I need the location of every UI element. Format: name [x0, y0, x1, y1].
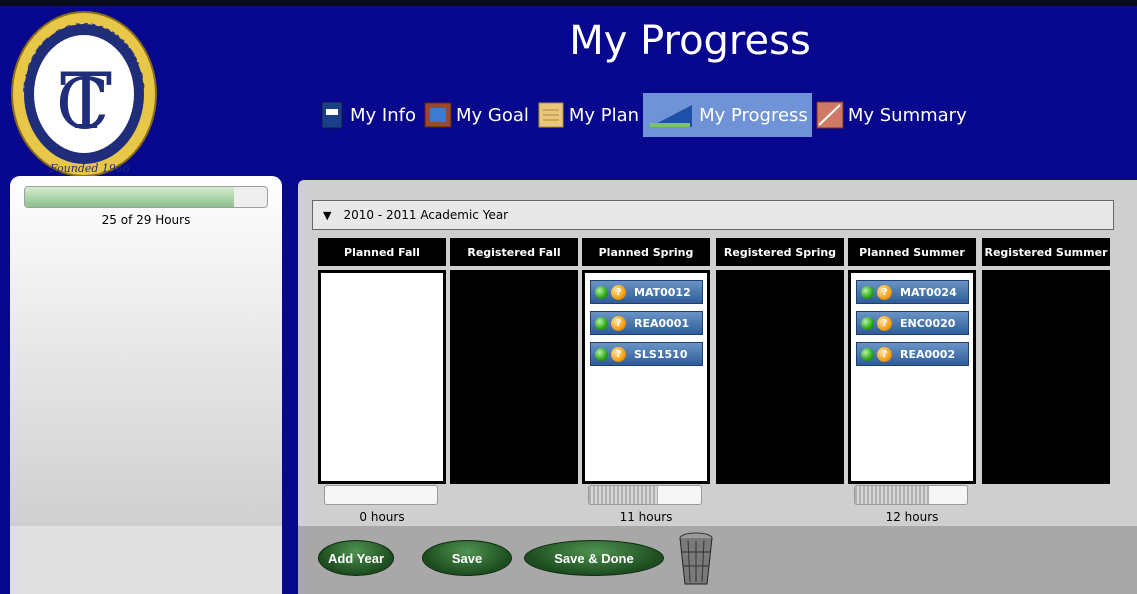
semester-column: Registered Spring — [716, 238, 844, 484]
semester-column: Planned Summer? MAT0024? ENC0020? REA0002 — [848, 238, 976, 484]
academic-year-header[interactable]: ▼ 2010 - 2011 Academic Year — [312, 200, 1114, 230]
progress-fill — [25, 187, 234, 207]
status-green-icon — [861, 347, 874, 361]
semester-hours-label: 11 hours — [619, 510, 673, 524]
trash-can-icon[interactable] — [678, 532, 714, 588]
status-green-icon — [861, 285, 874, 299]
sidebar-footer — [10, 526, 282, 594]
course-code: REA0002 — [900, 347, 956, 361]
action-bar: Add Year Save Save & Done — [298, 526, 1137, 594]
semester-header: Registered Spring — [716, 238, 844, 266]
page-title: My Progress — [569, 18, 811, 64]
academic-year-label: 2010 - 2011 Academic Year — [343, 208, 509, 222]
info-book-icon — [318, 100, 346, 130]
course-code: MAT0024 — [900, 285, 957, 299]
nav-label: My Goal — [455, 104, 529, 126]
logo-text-bottom: Founded 1966 — [49, 162, 130, 175]
course-chip[interactable]: ? MAT0012 — [590, 280, 703, 304]
planner-panel: ▼ 2010 - 2011 Academic Year Planned Fall… — [298, 180, 1137, 526]
semester-header: Registered Fall — [450, 238, 578, 266]
nav-label: My Info — [350, 104, 416, 126]
collapse-triangle-icon[interactable]: ▼ — [323, 209, 331, 222]
save-done-button[interactable]: Save & Done — [524, 540, 664, 576]
registered-course-list[interactable] — [982, 270, 1110, 484]
course-chip[interactable]: ? MAT0024 — [856, 280, 969, 304]
planned-course-list[interactable]: ? MAT0024? ENC0020? REA0002 — [848, 270, 976, 484]
semester-header: Planned Spring — [582, 238, 710, 266]
slider-fill — [589, 486, 659, 504]
planned-course-list[interactable] — [318, 270, 446, 484]
semester-column: Planned Spring? MAT0012? REA0001? SLS1510 — [582, 238, 710, 484]
svg-text:C: C — [56, 63, 110, 145]
info-question-icon[interactable]: ? — [877, 346, 892, 362]
semester-hours-slider[interactable] — [588, 485, 702, 505]
info-question-icon[interactable]: ? — [611, 315, 626, 331]
semester-header: Planned Summer — [848, 238, 976, 266]
status-green-icon — [861, 316, 874, 330]
registered-course-list[interactable] — [716, 270, 844, 484]
semester-column: Registered Summer — [982, 238, 1110, 484]
nav-label: My Plan — [568, 104, 640, 126]
slider-fill — [855, 486, 929, 504]
info-question-icon[interactable]: ? — [611, 346, 626, 362]
course-chip[interactable]: ? SLS1510 — [590, 342, 703, 366]
course-code: SLS1510 — [634, 347, 688, 361]
status-green-icon — [595, 347, 608, 361]
save-button[interactable]: Save — [422, 540, 512, 576]
status-green-icon — [595, 316, 608, 330]
info-question-icon[interactable]: ? — [877, 284, 892, 300]
plan-paper-icon — [537, 100, 565, 130]
registered-course-list[interactable] — [450, 270, 578, 484]
semester-column: Planned Fall — [318, 238, 446, 484]
course-chip[interactable]: ? ENC0020 — [856, 311, 969, 335]
goal-board-icon — [424, 100, 452, 130]
sidebar-panel: 25 of 29 Hours — [10, 176, 282, 526]
course-code: MAT0012 — [634, 285, 691, 299]
semester-hours-slider[interactable] — [324, 485, 438, 505]
total-hours-progress — [24, 186, 268, 208]
course-code: ENC0020 — [900, 316, 956, 330]
semester-header: Planned Fall — [318, 238, 446, 266]
course-code: REA0001 — [634, 316, 690, 330]
course-chip[interactable]: ? REA0001 — [590, 311, 703, 335]
status-green-icon — [595, 285, 608, 299]
nav-label: My Progress — [699, 104, 808, 126]
nav-label: My Summary — [847, 104, 967, 126]
semester-hours-slider[interactable] — [854, 485, 968, 505]
info-question-icon[interactable]: ? — [611, 284, 626, 300]
semester-hours-label: 12 hours — [885, 510, 939, 524]
main-nav: My Info My Goal My Plan My Progress My S… — [314, 93, 971, 137]
nav-my-summary[interactable]: My Summary — [812, 93, 971, 137]
summary-chart-icon — [816, 100, 844, 130]
nav-my-progress[interactable]: My Progress — [643, 93, 812, 137]
semester-hours-label: 0 hours — [359, 510, 405, 524]
add-year-button[interactable]: Add Year — [318, 540, 394, 576]
college-logo: TALLAHASSEE COMMUNITY COLLEGE Founded 19… — [10, 10, 157, 177]
semester-column: Registered Fall — [450, 238, 578, 484]
course-chip[interactable]: ? REA0002 — [856, 342, 969, 366]
semester-header: Registered Summer — [982, 238, 1110, 266]
nav-my-plan[interactable]: My Plan — [533, 93, 643, 137]
progress-chart-icon — [647, 100, 695, 130]
info-question-icon[interactable]: ? — [877, 315, 892, 331]
nav-my-info[interactable]: My Info — [314, 93, 420, 137]
nav-my-goal[interactable]: My Goal — [420, 93, 533, 137]
total-hours-label: 25 of 29 Hours — [101, 213, 191, 227]
planned-course-list[interactable]: ? MAT0012? REA0001? SLS1510 — [582, 270, 710, 484]
